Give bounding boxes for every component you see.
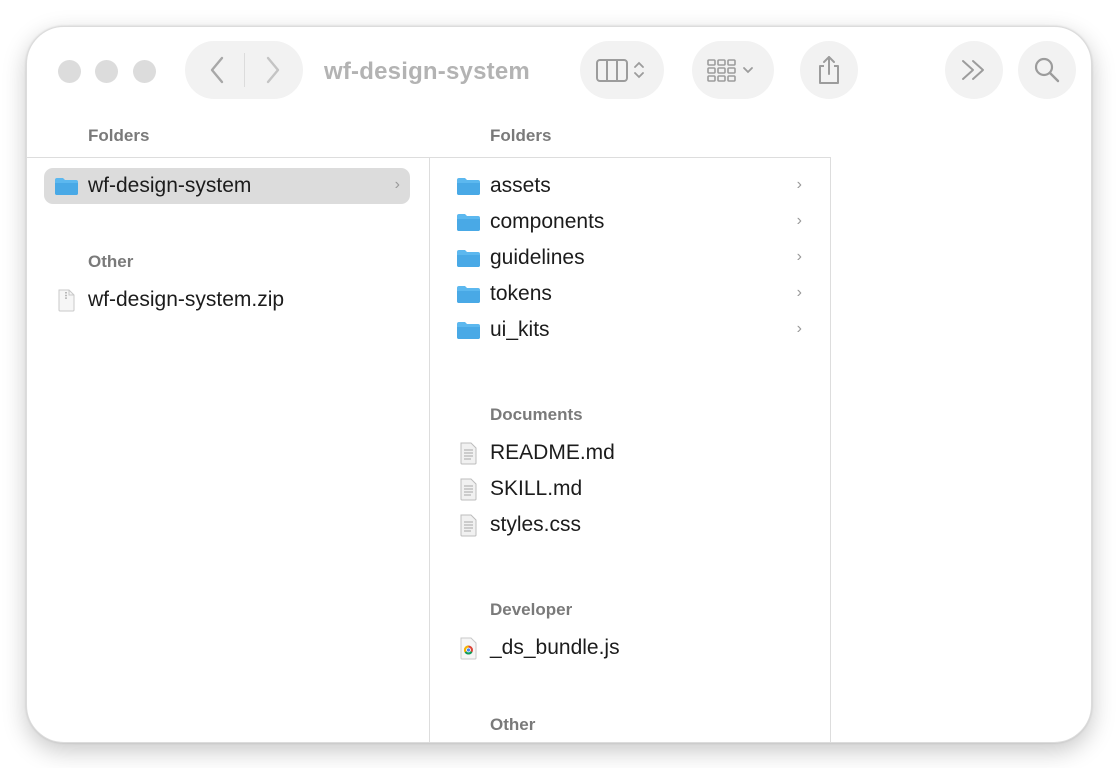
folder-icon bbox=[457, 286, 480, 303]
group-by-button[interactable] bbox=[692, 41, 774, 99]
close-window-button[interactable] bbox=[58, 60, 81, 83]
folder-label: guidelines bbox=[490, 246, 585, 269]
list-item-zip-file[interactable]: wf-design-system.zip bbox=[54, 282, 414, 318]
chevron-right-icon: › bbox=[796, 176, 802, 193]
list-item-document[interactable]: README.md bbox=[456, 435, 816, 471]
left-other-header: Other bbox=[88, 252, 134, 271]
chevron-right-icon: › bbox=[394, 176, 400, 193]
search-button[interactable] bbox=[1018, 41, 1076, 99]
nav-divider bbox=[244, 53, 245, 87]
other-header: Other bbox=[490, 715, 536, 734]
folder-label: wf-design-system bbox=[88, 174, 252, 197]
chevron-right-icon: › bbox=[796, 320, 802, 337]
list-item-folder[interactable]: components › bbox=[456, 204, 816, 240]
file-label: styles.css bbox=[490, 513, 582, 536]
column-divider bbox=[429, 157, 430, 742]
share-icon bbox=[819, 56, 839, 84]
text-document-icon bbox=[460, 514, 477, 536]
javascript-file-icon bbox=[460, 637, 477, 659]
double-chevron-icon bbox=[962, 60, 984, 80]
minimize-window-button[interactable] bbox=[95, 60, 118, 83]
toolbar: wf-design-system bbox=[27, 27, 1091, 115]
folder-label: assets bbox=[490, 174, 551, 197]
list-item-document[interactable]: SKILL.md bbox=[456, 471, 816, 507]
navigation-pill bbox=[185, 41, 303, 99]
list-item-folder[interactable]: guidelines › bbox=[456, 240, 816, 276]
back-button[interactable] bbox=[199, 41, 235, 99]
search-icon bbox=[1034, 57, 1060, 83]
file-label: README.md bbox=[490, 441, 615, 464]
folder-icon bbox=[55, 178, 78, 195]
file-label: _ds_bundle.js bbox=[490, 636, 620, 659]
list-item-script[interactable]: _ds_bundle.js bbox=[456, 630, 816, 666]
list-item-folder[interactable]: tokens › bbox=[456, 276, 816, 312]
column-divider-right bbox=[830, 157, 831, 742]
chevron-left-icon bbox=[210, 56, 224, 84]
file-label: SKILL.md bbox=[490, 477, 583, 500]
list-item-document[interactable]: styles.css bbox=[456, 507, 816, 543]
list-item-folder[interactable]: assets › bbox=[456, 168, 816, 204]
window-title: wf-design-system bbox=[324, 58, 530, 85]
left-header-divider bbox=[27, 157, 429, 158]
developer-header: Developer bbox=[490, 600, 573, 619]
folder-icon bbox=[457, 250, 480, 267]
right-header-divider bbox=[429, 157, 831, 158]
sidebar-item-wf-design-system[interactable]: wf-design-system › bbox=[44, 168, 410, 204]
chevron-right-icon: › bbox=[796, 284, 802, 301]
folder-label: tokens bbox=[490, 282, 552, 305]
chevron-right-icon bbox=[266, 56, 280, 84]
text-document-icon bbox=[460, 442, 477, 464]
right-folders-header: Folders bbox=[490, 126, 552, 145]
text-document-icon bbox=[460, 478, 477, 500]
finder-window: wf-design-system Folders wf-design-syste… bbox=[26, 26, 1092, 743]
folder-label: components bbox=[490, 210, 605, 233]
list-item-folder[interactable]: ui_kits › bbox=[456, 312, 816, 348]
zoom-window-button[interactable] bbox=[133, 60, 156, 83]
documents-header: Documents bbox=[490, 405, 583, 424]
share-button[interactable] bbox=[800, 41, 858, 99]
folder-icon bbox=[457, 322, 480, 339]
chevron-right-icon: › bbox=[796, 212, 802, 229]
column-view-icon bbox=[596, 59, 644, 82]
more-toolbar-button[interactable] bbox=[945, 41, 1003, 99]
zip-file-icon bbox=[58, 289, 75, 311]
file-label: wf-design-system.zip bbox=[88, 288, 285, 311]
chevron-right-icon: › bbox=[796, 248, 802, 265]
grid-view-icon bbox=[707, 59, 753, 82]
folder-icon bbox=[457, 178, 480, 195]
folder-label: ui_kits bbox=[490, 318, 550, 341]
folder-icon bbox=[457, 214, 480, 231]
left-folders-header: Folders bbox=[88, 126, 150, 145]
forward-button[interactable] bbox=[255, 41, 291, 99]
view-mode-button[interactable] bbox=[580, 41, 664, 99]
